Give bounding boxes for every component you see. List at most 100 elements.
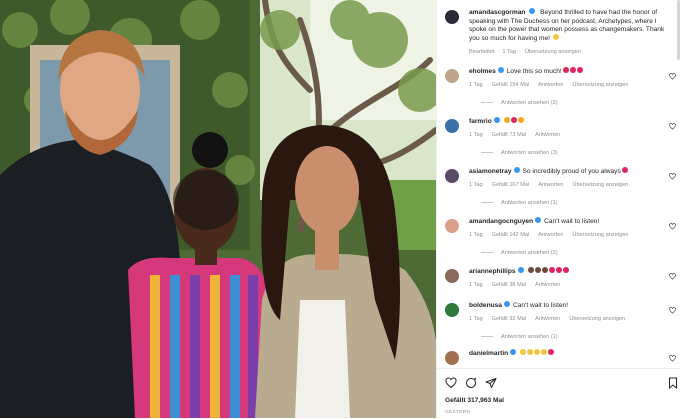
view-replies-link[interactable]: Antworten ansehen (1) <box>481 200 558 206</box>
heart-icon[interactable] <box>445 377 457 389</box>
comment-like-heart-icon[interactable] <box>669 355 676 362</box>
emoji-icon <box>503 117 510 124</box>
author-avatar[interactable] <box>445 10 459 24</box>
comment-username[interactable]: asiamonetray <box>469 168 512 175</box>
reply-link[interactable]: Antworten <box>538 82 563 88</box>
emoji-icon <box>576 67 583 74</box>
caption-meta: Bearbeitet · 1 Tag Übersetzung anzeigen <box>469 49 581 55</box>
emoji-icon <box>555 267 562 274</box>
verified-badge-icon <box>493 117 500 124</box>
comment-like-heart-icon[interactable] <box>669 123 676 130</box>
caption-translate-link[interactable]: Übersetzung anzeigen <box>525 49 581 55</box>
comment-age: 1 Tag <box>469 132 483 138</box>
comment-avatar[interactable] <box>445 219 459 233</box>
comment-like-heart-icon[interactable] <box>669 73 676 80</box>
verified-badge-icon <box>513 167 520 174</box>
comment-username[interactable]: amandangocnguyen <box>469 218 533 225</box>
comment-username[interactable]: danielmartin <box>469 350 508 357</box>
comment-likes[interactable]: Gefällt 167 Mal <box>492 182 530 188</box>
comment-meta: 1 Tag Gefällt 92 Mal Antworten Übersetzung … <box>469 316 634 322</box>
comment-text: Can't wait to listen! <box>512 302 569 309</box>
post-date[interactable]: GESTERN <box>445 410 470 415</box>
reply-link[interactable]: Antworten <box>535 132 560 138</box>
edited-label: Bearbeitet <box>469 49 495 55</box>
comment-like-heart-icon[interactable] <box>669 223 676 230</box>
emoji-icon <box>569 67 576 74</box>
comment-username[interactable]: eholmes <box>469 68 496 75</box>
comment-meta: 1 Tag Gefällt 154 Mal Antworten Übersetzung… <box>469 82 637 88</box>
author-username[interactable]: amandascgorman <box>469 9 525 16</box>
view-replies-link[interactable]: Antworten ansehen (1) <box>481 334 558 340</box>
share-icon[interactable] <box>485 377 497 389</box>
view-replies-link[interactable]: Antworten ansehen (3) <box>481 150 558 156</box>
comment-avatar[interactable] <box>445 303 459 317</box>
comments-panel: amandascgorman Beyond thrilled to have h… <box>436 0 680 418</box>
emoji-icon <box>541 349 548 356</box>
emoji-icon <box>527 349 534 356</box>
emoji-icon <box>548 349 555 356</box>
likes-count[interactable]: Gefällt 317,963 Mal <box>445 397 504 404</box>
emoji-icon <box>621 167 628 174</box>
comment-avatar[interactable] <box>445 169 459 183</box>
comment-row: eholmes Love this so much! <box>469 67 669 77</box>
comment-likes[interactable]: Gefällt 154 Mal <box>492 82 530 88</box>
emoji-icon <box>562 267 569 274</box>
comment-row: ariannephillips <box>469 267 669 277</box>
reply-link[interactable]: Antworten <box>538 182 563 188</box>
view-replies-link[interactable]: Antworten ansehen (2) <box>481 250 558 256</box>
emoji-icon <box>517 117 524 124</box>
comment-username[interactable]: boldenusa <box>469 302 502 309</box>
comment-avatar[interactable] <box>445 351 459 365</box>
verified-badge-icon <box>497 67 504 74</box>
comment-username[interactable]: ariannephillips <box>469 268 516 275</box>
comment-age: 1 Tag <box>469 182 483 188</box>
comment-text: Can't wait to listen! <box>544 218 600 225</box>
comment-icon[interactable] <box>465 377 477 389</box>
translate-link[interactable]: Übersetzung anzeigen <box>569 316 625 322</box>
reply-link[interactable]: Antworten <box>538 232 563 238</box>
comment-like-heart-icon[interactable] <box>669 307 676 314</box>
comment-likes[interactable]: Gefällt 92 Mal <box>492 316 527 322</box>
comment-age: 1 Tag <box>469 282 483 288</box>
comment-age: 1 Tag <box>469 316 483 322</box>
yellow-heart-emoji-icon <box>552 34 559 41</box>
post-image <box>0 0 436 418</box>
comment-like-heart-icon[interactable] <box>669 173 676 180</box>
translate-link[interactable]: Übersetzung anzeigen <box>572 82 628 88</box>
reply-link[interactable]: Antworten <box>535 282 560 288</box>
emoji-icon <box>534 267 541 274</box>
comment-avatar[interactable] <box>445 269 459 283</box>
reply-link[interactable]: Antworten <box>535 316 560 322</box>
view-replies-link[interactable]: Antworten ansehen (2) <box>481 100 558 106</box>
comment-row: farmrio <box>469 117 669 127</box>
comment-avatar[interactable] <box>445 119 459 133</box>
emoji-icon <box>510 117 517 124</box>
bookmark-icon[interactable] <box>667 377 679 389</box>
comment-age: 1 Tag <box>469 82 483 88</box>
translate-link[interactable]: Übersetzung anzeigen <box>572 232 628 238</box>
comment-likes[interactable]: Gefällt 38 Mal <box>492 282 527 288</box>
verified-badge-icon <box>529 8 536 15</box>
post-photo[interactable] <box>0 0 436 418</box>
comment-meta: 1 Tag Gefällt 38 Mal Antworten <box>469 282 569 288</box>
comment-row: boldenusa Can't wait to listen! <box>469 301 669 311</box>
verified-badge-icon <box>503 301 510 308</box>
comment-username[interactable]: farmrio <box>469 118 492 125</box>
comment-row: amandangocnguyen Can't wait to listen! <box>469 217 669 227</box>
comment-row: danielmartin <box>469 349 669 359</box>
comment-meta: 1 Tag Gefällt 142 Mal Antworten Übersetzung… <box>469 232 637 238</box>
comment-text: Love this so much! <box>506 68 562 75</box>
post-caption: amandascgorman Beyond thrilled to have h… <box>469 8 669 43</box>
emoji-icon <box>527 267 534 274</box>
verified-badge-icon <box>535 217 542 224</box>
comment-avatar[interactable] <box>445 69 459 83</box>
verified-badge-icon <box>510 349 517 356</box>
translate-link[interactable]: Übersetzung anzeigen <box>572 182 628 188</box>
comment-likes[interactable]: Gefällt 73 Mal <box>492 132 527 138</box>
comment-row: asiamonetray So incredibly proud of you a… <box>469 167 669 177</box>
caption-age: 1 Tag <box>502 49 516 55</box>
emoji-icon <box>562 67 569 74</box>
comment-like-heart-icon[interactable] <box>669 273 676 280</box>
comment-likes[interactable]: Gefällt 142 Mal <box>492 232 530 238</box>
emoji-icon <box>534 349 541 356</box>
